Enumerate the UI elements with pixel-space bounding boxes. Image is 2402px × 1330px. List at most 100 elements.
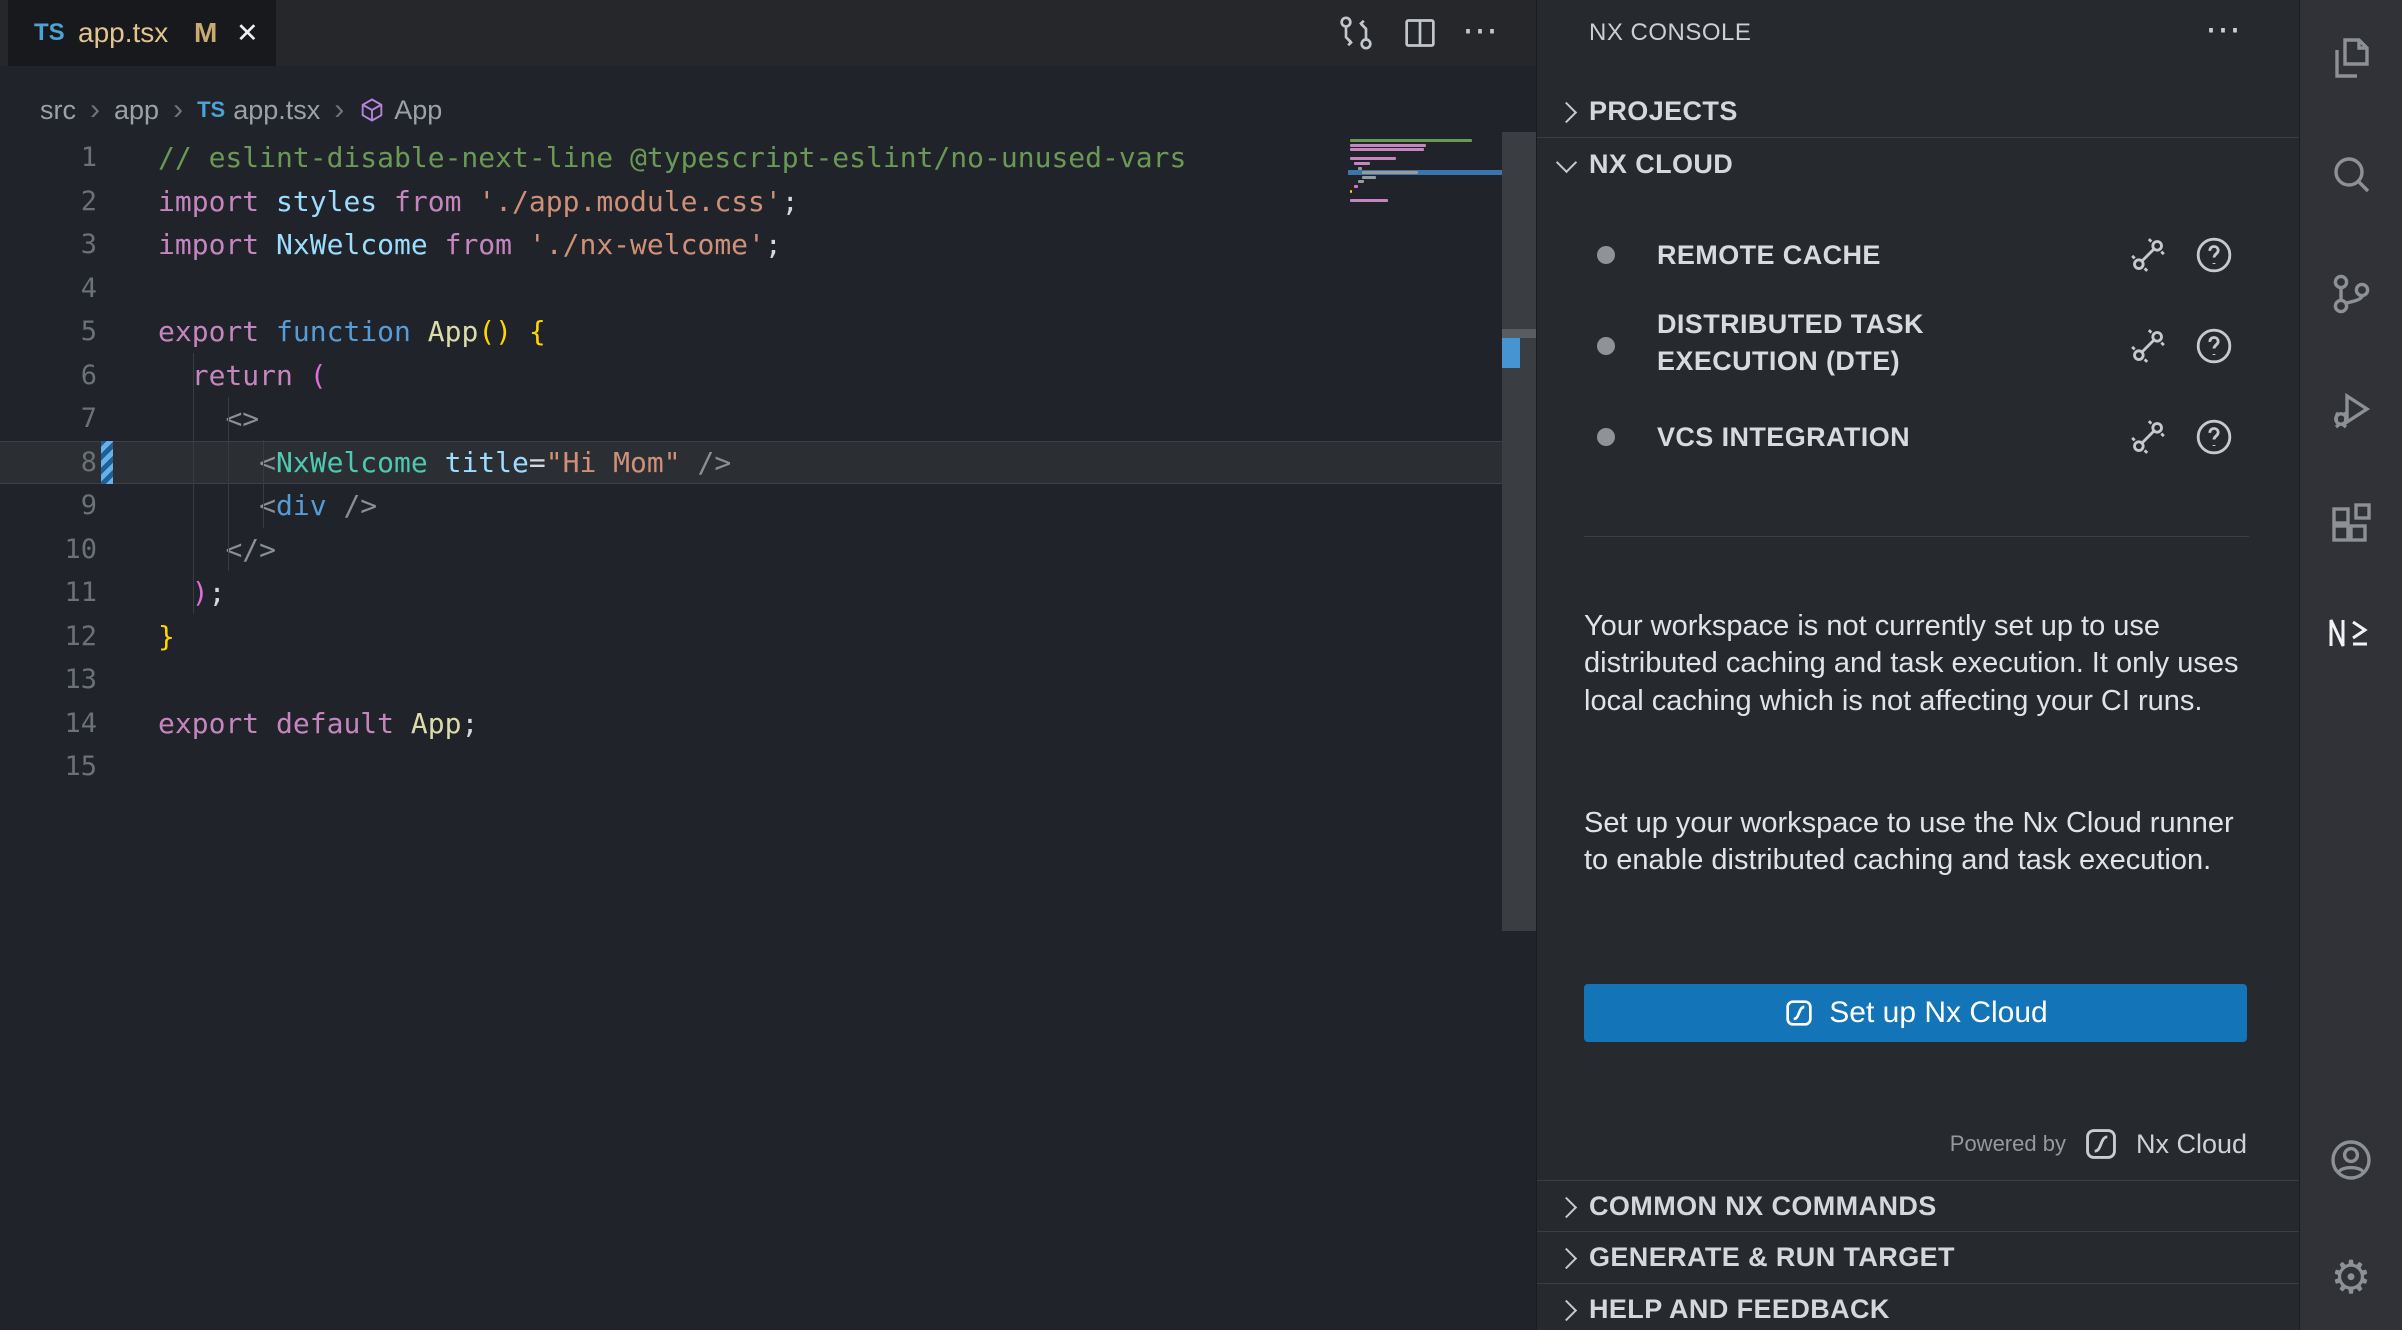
- section-help-and-feedback[interactable]: HELP AND FEEDBACK: [1537, 1284, 2300, 1330]
- section-label: GENERATE & RUN TARGET: [1589, 1232, 1955, 1282]
- line-number: 9: [0, 484, 97, 528]
- code-line[interactable]: 7 <>: [0, 397, 1502, 441]
- nx-console-panel: NX CONSOLE ⋯ PROJECTS NX CLOUD REMOTE CA…: [1537, 0, 2300, 1330]
- source-control-icon[interactable]: [2327, 270, 2375, 318]
- breadcrumb-symbol-label: App: [394, 88, 442, 132]
- nx-cloud-item: VCS INTEGRATION: [1537, 412, 2300, 462]
- code-text: // eslint-disable-next-line @typescript-…: [158, 136, 1186, 180]
- chevron-right-icon: ›: [90, 88, 100, 132]
- minimap-line: [1350, 199, 1388, 202]
- code-line[interactable]: 8 <NxWelcome title="Hi Mom" />: [0, 441, 1502, 485]
- line-number: 8: [0, 441, 97, 485]
- breadcrumb-symbol[interactable]: App: [358, 88, 442, 132]
- code-text: import NxWelcome from './nx-welcome';: [158, 223, 782, 267]
- line-number: 6: [0, 354, 97, 398]
- chevron-right-icon: ›: [173, 88, 183, 132]
- help-icon[interactable]: [2194, 417, 2234, 457]
- code-text: </>: [158, 528, 276, 572]
- code-text: <NxWelcome title="Hi Mom" />: [158, 441, 731, 485]
- symbol-cube-icon: [358, 96, 386, 124]
- open-changes-icon[interactable]: [1336, 13, 1376, 53]
- code-text: );: [158, 571, 225, 615]
- panel-more-actions-icon[interactable]: ⋯: [2205, 0, 2241, 66]
- minimap[interactable]: [1348, 138, 1502, 228]
- nx-cloud-item-label: REMOTE CACHE: [1657, 237, 1977, 274]
- more-actions-icon[interactable]: ⋯: [1462, 0, 1498, 66]
- search-icon[interactable]: [2327, 152, 2375, 200]
- code-line[interactable]: 12}: [0, 615, 1502, 659]
- code-line[interactable]: 2import styles from './app.module.css';: [0, 180, 1502, 224]
- connect-icon[interactable]: [2128, 417, 2168, 457]
- chevron-down-icon: [1556, 152, 1577, 173]
- code-line[interactable]: 6 return (: [0, 354, 1502, 398]
- chevron-right-icon: [1556, 1300, 1577, 1321]
- nx-console-icon[interactable]: [2327, 612, 2375, 660]
- line-number: 3: [0, 223, 97, 267]
- connect-icon[interactable]: [2128, 326, 2168, 366]
- typescript-file-icon: TS: [34, 0, 65, 66]
- close-icon[interactable]: ✕: [236, 0, 259, 66]
- section-nx-cloud[interactable]: NX CLOUD: [1537, 139, 2300, 189]
- minimap-line: [1358, 180, 1364, 183]
- extensions-icon[interactable]: [2327, 499, 2375, 547]
- code-line[interactable]: 4: [0, 267, 1502, 311]
- breadcrumb: src › app › TS app.tsx › App: [40, 88, 442, 132]
- breadcrumb-file-label: app.tsx: [233, 88, 320, 132]
- nx-cloud-icon[interactable]: [2082, 1125, 2120, 1163]
- breadcrumb-app[interactable]: app: [114, 88, 159, 132]
- code-line[interactable]: 3 import NxWelcome from './nx-welcome';: [0, 223, 1502, 267]
- minimap-line: [1350, 144, 1426, 147]
- account-icon[interactable]: [2327, 1136, 2375, 1184]
- minimap-line: [1362, 176, 1376, 179]
- panel-title: NX CONSOLE: [1589, 0, 1751, 66]
- editor-scrollbar[interactable]: [1502, 132, 1536, 931]
- setup-nx-cloud-button[interactable]: Set up Nx Cloud: [1584, 984, 2247, 1042]
- status-dot-icon: [1597, 246, 1615, 264]
- code-line[interactable]: 13: [0, 658, 1502, 702]
- powered-by: Powered by Nx Cloud: [1817, 1120, 2247, 1168]
- workspace-status-text: Your workspace is not currently set up t…: [1584, 608, 2252, 720]
- code-line[interactable]: 11 );: [0, 571, 1502, 615]
- nx-cloud-icon: [1783, 997, 1815, 1029]
- help-icon[interactable]: [2194, 235, 2234, 275]
- code-line[interactable]: 1// eslint-disable-next-line @typescript…: [0, 136, 1502, 180]
- line-number: 13: [0, 658, 97, 702]
- modified-badge: M: [194, 0, 217, 66]
- scrollbar-thumb[interactable]: [1502, 329, 1536, 338]
- minimap-line: [1350, 139, 1472, 142]
- section-label: HELP AND FEEDBACK: [1589, 1284, 1890, 1330]
- code-text: return (: [158, 354, 327, 398]
- indent-guide: [228, 397, 229, 571]
- code-line[interactable]: 10 </>: [0, 528, 1502, 572]
- setup-hint-text: Set up your workspace to use the Nx Clou…: [1584, 805, 2252, 880]
- run-debug-icon[interactable]: [2327, 386, 2375, 434]
- line-number: 4: [0, 267, 97, 311]
- code-line[interactable]: 9 <div />: [0, 484, 1502, 528]
- split-editor-icon[interactable]: [1400, 13, 1440, 53]
- code-line[interactable]: 14export default App;: [0, 702, 1502, 746]
- section-projects-label: PROJECTS: [1589, 86, 1738, 136]
- code-text: }: [158, 615, 175, 659]
- breadcrumb-src[interactable]: src: [40, 88, 76, 132]
- nx-cloud-item: REMOTE CACHE: [1537, 230, 2300, 280]
- explorer-icon[interactable]: [2327, 34, 2375, 82]
- line-number: 11: [0, 571, 97, 615]
- tab-app-tsx[interactable]: TS app.tsx M ✕: [8, 0, 276, 66]
- line-number: 5: [0, 310, 97, 354]
- code-line[interactable]: 5export function App() {: [0, 310, 1502, 354]
- section-generate-run-target[interactable]: GENERATE & RUN TARGET: [1537, 1232, 2300, 1282]
- code-line[interactable]: 15: [0, 745, 1502, 789]
- line-number: 10: [0, 528, 97, 572]
- indent-guide: [193, 353, 194, 614]
- help-icon[interactable]: [2194, 326, 2234, 366]
- section-common-nx-commands[interactable]: COMMON NX COMMANDS: [1537, 1181, 2300, 1231]
- line-number: 12: [0, 615, 97, 659]
- connect-icon[interactable]: [2128, 235, 2168, 275]
- breadcrumb-file[interactable]: TS app.tsx: [197, 88, 320, 132]
- code-text: export default App;: [158, 702, 478, 746]
- minimap-line: [1350, 157, 1396, 160]
- nx-cloud-brand-label[interactable]: Nx Cloud: [2136, 1129, 2247, 1160]
- section-projects[interactable]: PROJECTS: [1537, 86, 2300, 136]
- settings-gear-icon[interactable]: ⚙: [2327, 1253, 2375, 1301]
- chevron-right-icon: [1556, 1197, 1577, 1218]
